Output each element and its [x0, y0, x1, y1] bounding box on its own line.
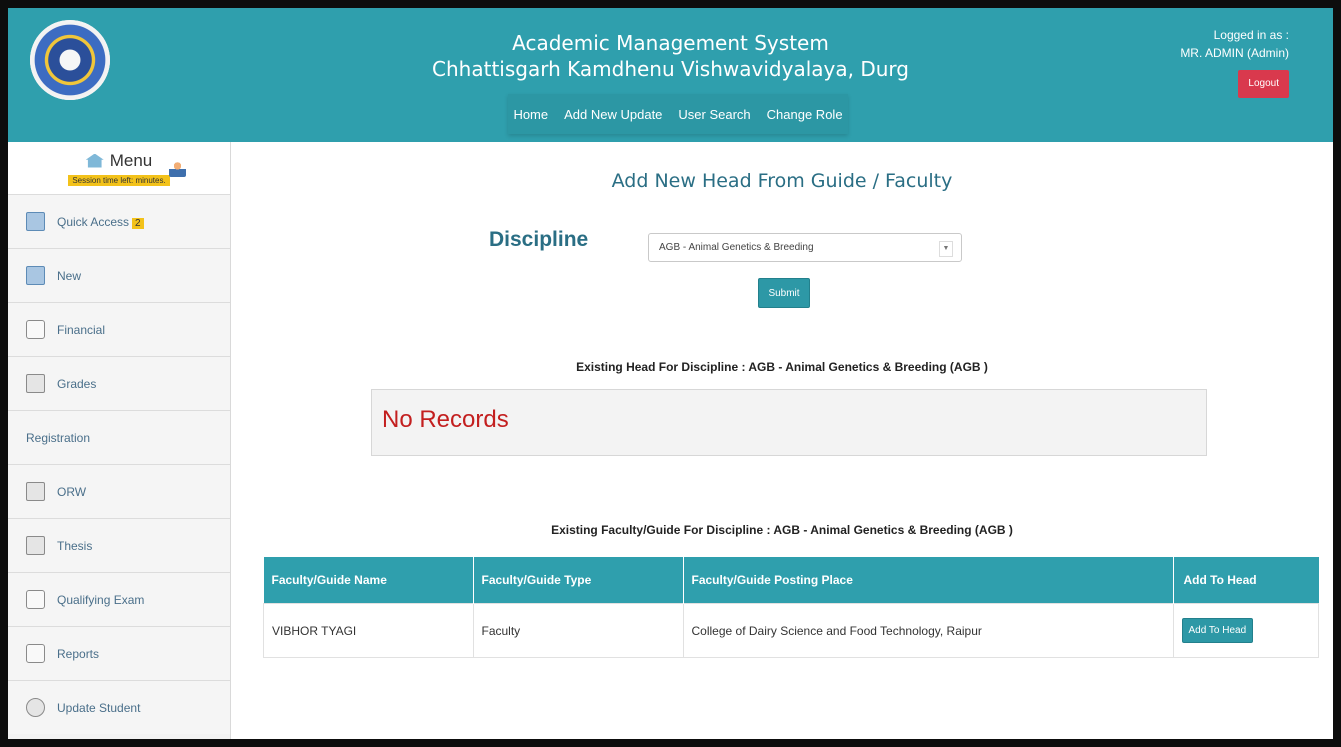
sidebar-item-grades[interactable]: Grades [8, 356, 230, 410]
nav-add-new-update[interactable]: Add New Update [564, 107, 662, 122]
session-timer: Session time left: minutes. [68, 174, 170, 186]
logout-button[interactable]: Logout [1238, 70, 1289, 98]
grid-icon [26, 536, 45, 555]
report-icon [26, 644, 45, 663]
header: Academic Management System Chhattisgarh … [8, 8, 1333, 142]
cell-action: Add To Head [1172, 603, 1319, 658]
col-header-place: Faculty/Guide Posting Place [683, 557, 1174, 604]
cell-place: College of Dairy Science and Food Techno… [682, 603, 1174, 658]
discipline-select[interactable]: AGB - Animal Genetics & Breeding ▼ [648, 233, 962, 262]
sidebar-item-label: Qualifying Exam [57, 592, 145, 607]
sidebar-item-label: Grades [57, 376, 97, 391]
user-name: MR. ADMIN (Admin) [1180, 46, 1289, 60]
grid-icon [26, 482, 45, 501]
nav-home[interactable]: Home [513, 107, 548, 122]
sidebar-item-label: Thesis [57, 538, 93, 553]
sidebar-item-label: ORW [57, 484, 87, 499]
existing-faculty-caption: Existing Faculty/Guide For Discipline : … [551, 523, 1013, 537]
quick-access-badge: 2 [132, 217, 144, 229]
app-window: Academic Management System Chhattisgarh … [8, 8, 1333, 739]
sidebar-item-orw[interactable]: ORW [8, 464, 230, 518]
sidebar-item-new[interactable]: New [8, 248, 230, 302]
chevron-down-icon: ▼ [939, 241, 953, 257]
discipline-value: AGB - Animal Genetics & Breeding [659, 242, 814, 253]
cell-name: VIBHOR TYAGI [263, 603, 474, 658]
sidebar-item-label: New [57, 268, 82, 283]
user-icon [169, 160, 186, 177]
new-icon [26, 266, 45, 285]
logged-in-label: Logged in as : [1213, 28, 1289, 42]
app-title: Academic Management System Chhattisgarh … [8, 30, 1333, 82]
sidebar-item-label: Registration [26, 430, 91, 445]
col-header-type: Faculty/Guide Type [473, 557, 684, 604]
home-icon [85, 153, 104, 168]
app-title-line1: Academic Management System [512, 31, 829, 55]
menu-title: Menu [85, 150, 153, 171]
add-to-head-button[interactable]: Add To Head [1181, 618, 1254, 643]
table-header-row: Faculty/Guide Name Faculty/Guide Type Fa… [263, 557, 1319, 604]
discipline-label: Discipline [489, 228, 589, 251]
update-icon [26, 698, 45, 717]
lock-icon [26, 320, 45, 339]
main-content: Add New Head From Guide / Faculty Discip… [231, 142, 1333, 739]
app-title-line2: Chhattisgarh Kamdhenu Vishwavidyalaya, D… [432, 57, 909, 81]
col-header-add: Add To Head [1183, 573, 1257, 587]
menu-header: Menu Session time left: minutes. [8, 142, 230, 194]
sidebar: Menu Session time left: minutes. Quick A… [8, 142, 231, 739]
top-nav: Home Add New Update User Search Change R… [508, 94, 848, 134]
sidebar-item-financial[interactable]: Financial [8, 302, 230, 356]
sidebar-item-thesis[interactable]: Thesis [8, 518, 230, 572]
grid-icon [26, 374, 45, 393]
sidebar-item-registration[interactable]: Registration [8, 160, 230, 464]
existing-head-caption: Existing Head For Discipline : AGB - Ani… [576, 360, 988, 374]
page-title: Add New Head From Guide / Faculty [611, 170, 953, 192]
no-records-text: No Records [382, 406, 509, 433]
nav-user-search[interactable]: User Search [678, 107, 750, 122]
user-info: Logged in as : MR. ADMIN (Admin) Logout [1180, 26, 1289, 98]
sidebar-item-label: Update Student [57, 700, 141, 715]
sidebar-item-label: Financial [57, 322, 106, 337]
submit-button[interactable]: Submit [758, 278, 810, 308]
quick-access-icon [26, 212, 45, 231]
sidebar-item-quick-access[interactable]: Quick Access 2 [8, 194, 230, 248]
exam-icon [26, 590, 45, 609]
cell-type: Faculty [472, 603, 684, 658]
no-records-panel: No Records [371, 389, 1207, 456]
nav-change-role[interactable]: Change Role [767, 107, 843, 122]
menu-label: Menu [109, 150, 153, 170]
sidebar-item-reports[interactable]: Reports [8, 626, 230, 680]
col-header-name: Faculty/Guide Name [263, 557, 474, 604]
faculty-table: Faculty/Guide Name Faculty/Guide Type Fa… [263, 557, 1319, 658]
table-row: VIBHOR TYAGI Faculty College of Dairy Sc… [263, 603, 1319, 658]
sidebar-item-label: Quick Access [57, 214, 130, 229]
sidebar-item-update-student[interactable]: Update Student [8, 680, 230, 734]
sidebar-item-label: Reports [57, 646, 100, 661]
sidebar-item-qualifying-exam[interactable]: Qualifying Exam [8, 572, 230, 626]
